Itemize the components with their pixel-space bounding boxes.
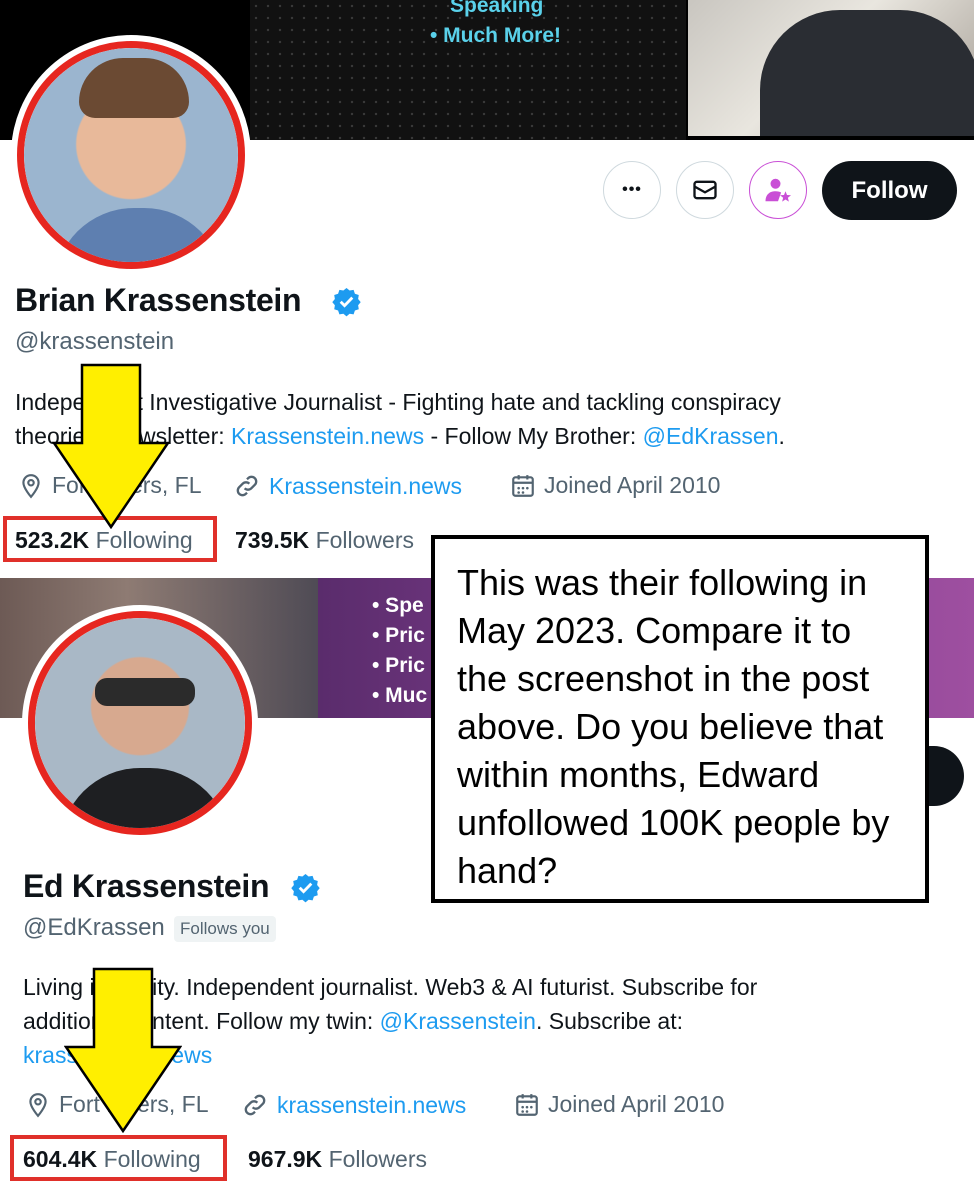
- follows-you-badge: Follows you: [174, 916, 276, 942]
- calendar-icon: [516, 1093, 538, 1116]
- avatar[interactable]: [11, 35, 251, 275]
- banner-text: • Spe: [372, 594, 424, 617]
- followers-stat[interactable]: 967.9K Followers: [248, 1146, 427, 1173]
- mention-link[interactable]: @Krassenstein: [380, 1008, 536, 1034]
- display-name: Brian Krassenstein: [15, 282, 302, 318]
- more-icon: •••: [622, 181, 642, 198]
- link-icon: [244, 1094, 266, 1116]
- joined-date: Joined April 2010: [510, 472, 720, 499]
- joined-date: Joined April 2010: [514, 1091, 724, 1118]
- person-star-icon: [765, 178, 791, 202]
- location-pin-icon: [29, 1092, 47, 1117]
- down-arrow-annotation: [64, 967, 182, 1133]
- avatar[interactable]: [22, 605, 258, 841]
- calendar-icon: [512, 474, 534, 497]
- banner-text: • Pric: [372, 654, 425, 677]
- more-button[interactable]: •••: [603, 161, 661, 219]
- newsletter-link[interactable]: Krassenstein.news: [231, 423, 424, 449]
- location-pin-icon: [22, 473, 40, 498]
- annotation-callout: This was their following in May 2023. Co…: [431, 535, 929, 903]
- banner-text: • Much More!: [430, 24, 562, 47]
- verified-badge-icon[interactable]: [331, 286, 362, 317]
- banner-text: • Pric: [372, 624, 425, 647]
- subscribe-button[interactable]: [749, 161, 807, 219]
- handle: @krassenstein: [15, 328, 175, 355]
- banner-text: Speaking: [450, 0, 544, 17]
- envelope-icon: [693, 180, 717, 200]
- verified-badge-icon[interactable]: [290, 872, 321, 903]
- message-button[interactable]: [676, 161, 734, 219]
- follow-button[interactable]: Follow: [822, 161, 957, 220]
- website[interactable]: Krassenstein.news: [233, 472, 462, 500]
- link-icon: [236, 475, 258, 497]
- handle: @EdKrassen: [23, 914, 165, 941]
- display-name: Ed Krassenstein: [23, 868, 270, 904]
- mention-link[interactable]: @EdKrassen: [643, 423, 779, 449]
- website[interactable]: krassenstein.news: [241, 1091, 466, 1119]
- down-arrow-annotation: [52, 363, 170, 529]
- following-stat[interactable]: 604.4K Following: [23, 1146, 201, 1173]
- following-stat[interactable]: 523.2K Following: [15, 527, 193, 554]
- banner-text: • Muc: [372, 684, 428, 707]
- followers-stat[interactable]: 739.5K Followers: [235, 527, 414, 554]
